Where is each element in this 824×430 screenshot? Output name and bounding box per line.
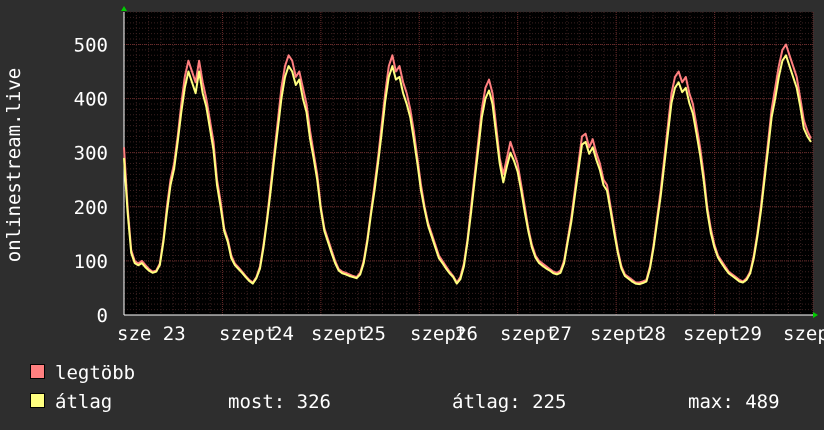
legend-item-max: legtöbb	[30, 362, 135, 384]
x-tick-label: sze 23	[117, 323, 186, 345]
y-tick-label: 500	[74, 34, 108, 56]
legend-item-avg: átlag	[30, 391, 112, 413]
x-tick-label: 29	[739, 323, 762, 345]
x-tick-label: 25	[363, 323, 386, 345]
line-chart: 0 100 200 300 400 500 onlinestream.live sze 23 s…	[3, 6, 824, 345]
stat-average-label: átlag:	[452, 391, 521, 413]
x-tick-label: szept	[311, 323, 368, 345]
stat-average: átlag: 225	[452, 391, 566, 413]
x-axis-arrow	[813, 312, 818, 318]
stat-current-label: most:	[228, 391, 286, 413]
x-tick-label: szept	[219, 323, 276, 345]
stat-max: max: 489	[688, 391, 780, 413]
y-tick-label: 400	[74, 89, 108, 111]
stat-average-value: 225	[532, 391, 567, 413]
y-tick-label: 200	[74, 197, 108, 219]
y-tick-label: 300	[74, 143, 108, 165]
x-tick-label: 26	[455, 323, 478, 345]
legend-swatch-avg	[30, 393, 45, 408]
x-tick-label: 24	[271, 323, 294, 345]
stat-max-label: max:	[688, 391, 734, 413]
y-axis-arrow	[121, 6, 127, 11]
y-tick-label: 100	[74, 251, 108, 273]
x-tick-label: 28	[643, 323, 666, 345]
x-tick-label: 27	[549, 323, 572, 345]
legend-label-avg: átlag	[55, 391, 113, 413]
stat-current: most: 326	[228, 391, 331, 413]
chart-wrapper: 0 100 200 300 400 500 onlinestream.live sze 23 s…	[0, 0, 824, 430]
stat-current-value: 326	[296, 391, 331, 413]
y-axis-title: onlinestream.live	[3, 68, 25, 262]
x-tick-label: szept	[783, 323, 824, 345]
y-tick-label: 0	[97, 305, 108, 327]
legend-swatch-max	[30, 364, 45, 379]
x-tick-label: szept	[590, 323, 647, 345]
legend-label-max: legtöbb	[55, 362, 136, 384]
x-tick-label: szept	[683, 323, 740, 345]
stat-max-value: 489	[745, 391, 780, 413]
